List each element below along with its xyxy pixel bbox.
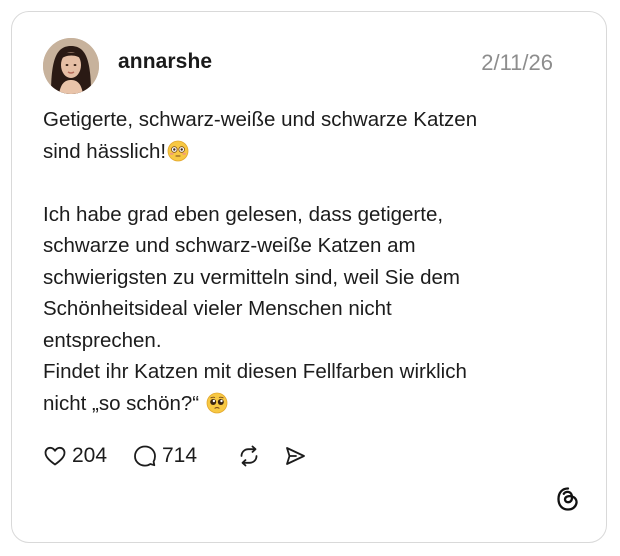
- comment-count: 714: [162, 444, 198, 467]
- post-line: entsprechen.: [43, 328, 162, 352]
- post-line: Getigerte, schwarz-weiße und schwarze Ka…: [43, 108, 478, 131]
- post-line: nicht „so schön?“: [43, 391, 200, 415]
- post-line: Findet ihr Katzen mit diesen Fellfarben …: [43, 360, 467, 383]
- repost-icon: [240, 445, 258, 467]
- post-line: Ich habe grad eben gelesen, dass getiger…: [43, 202, 444, 226]
- threads-logo-icon[interactable]: [555, 486, 581, 512]
- post-line: schwierigsten zu vermitteln sind, weil S…: [43, 265, 460, 289]
- share-button[interactable]: [283, 444, 313, 468]
- heart-icon: [44, 446, 66, 466]
- repost-button[interactable]: [237, 444, 283, 468]
- post-body: Getigerte, schwarz-weiße und schwarze Ka…: [43, 104, 583, 419]
- like-count: 204: [72, 444, 108, 467]
- comment-icon: [134, 445, 156, 467]
- post-line: schwarze und schwarz-weiße Katzen am: [43, 234, 416, 257]
- like-button[interactable]: 204: [43, 444, 133, 468]
- pleading-face-emoji: [206, 392, 228, 413]
- post-line: Schönheitsideal vieler Menschen nicht: [43, 297, 392, 320]
- post-line: sind hässlich!: [43, 139, 167, 163]
- post-date: 2/11/26: [481, 50, 553, 75]
- share-icon: [286, 447, 305, 465]
- post-card: annarshe 2/11/26 Getigerte, schwarz-weiß…: [11, 11, 607, 543]
- comment-button[interactable]: 714: [133, 444, 237, 468]
- flushed-face-emoji: [167, 140, 189, 161]
- username[interactable]: annarshe: [118, 50, 212, 74]
- post-actions: 204 714: [43, 441, 313, 471]
- avatar[interactable]: [43, 38, 99, 94]
